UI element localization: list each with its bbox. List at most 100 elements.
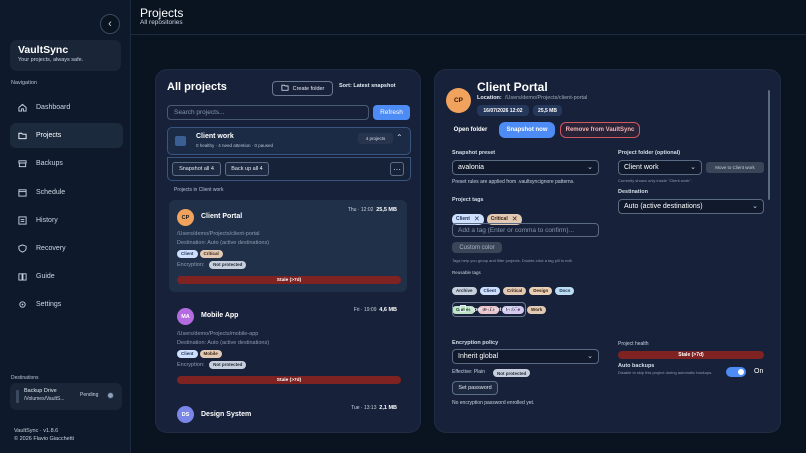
project-encryption: Encryption: Not protected <box>177 261 248 269</box>
sidebar-item-recovery[interactable]: Recovery <box>10 236 123 261</box>
custom-color-button[interactable]: Custom color <box>452 242 502 253</box>
project-folder-select[interactable]: Client work ⌄ <box>618 160 702 175</box>
sidebar-item-projects[interactable]: Projects <box>10 123 123 149</box>
select-value: Client work <box>624 164 659 171</box>
chevron-up-icon[interactable]: ⌃ <box>396 133 403 142</box>
destination-card[interactable]: Backup Drive /Volumes/VaultS... Pending <box>10 383 122 410</box>
project-time: Tue · 13:13 <box>351 405 377 411</box>
sidebar-item-label: Guide <box>36 273 55 281</box>
snapshot-preset-select[interactable]: avalonia ⌄ <box>452 160 599 175</box>
avatar: CP <box>446 88 471 113</box>
scrollbar[interactable] <box>768 90 770 200</box>
backup-all-button[interactable]: Back up all 4 <box>225 162 269 176</box>
project-card-design-system[interactable]: DS Design System Tue · 13:13 2,1 MB <box>169 398 407 432</box>
sidebar-item-dashboard[interactable]: Dashboard <box>10 95 123 120</box>
project-folder-label: Project folder (optional) <box>618 150 681 156</box>
project-encryption: Encryption: Not protected <box>177 361 248 369</box>
document-icon <box>459 305 466 314</box>
encryption-policy-label: Encryption policy <box>452 340 499 346</box>
auto-backups-hint: Disable to skip this project during auto… <box>618 370 713 375</box>
brand-card: VaultSync Your projects, always safe. <box>10 40 121 71</box>
copyright-label: © 2026 Flavio Giacchetti <box>14 436 74 442</box>
project-name: Design System <box>201 411 252 418</box>
avatar: CP <box>177 209 194 226</box>
group-actions: Snapshot all 4 Back up all 4 ··· <box>167 157 411 181</box>
page-title: Projects <box>140 6 184 20</box>
more-options-button[interactable]: ··· <box>390 162 404 176</box>
chevron-down-icon: ⌄ <box>690 164 696 171</box>
project-path: /Users/demo/Projects/mobile-app <box>177 331 259 337</box>
project-size: 25,5 MB <box>376 207 397 213</box>
page-subtitle: All repositories <box>140 19 183 26</box>
tag-chip[interactable]: Docs <box>555 287 575 295</box>
sidebar-item-backups[interactable]: Backups <box>10 151 123 176</box>
folder-group-header[interactable]: Client work 0 healthy · 4 need attention… <box>167 127 411 155</box>
sidebar-item-label: History <box>36 216 58 224</box>
open-folder-button[interactable]: Open folder <box>446 122 495 138</box>
sidebar-item-guide[interactable]: Guide <box>10 264 123 289</box>
search-input[interactable]: Search projects... <box>167 105 369 120</box>
remove-tag-icon[interactable]: ✕ <box>512 215 518 223</box>
tag-label: Critical <box>490 216 508 222</box>
project-health-label: Project health <box>618 341 649 347</box>
project-time: Fri · 19:09 <box>353 307 377 313</box>
sidebar-item-label: Recovery <box>36 244 66 252</box>
tag-input[interactable]: Add a tag (Enter or comma to confirm)... <box>452 223 599 237</box>
list-icon <box>18 216 27 225</box>
remove-button[interactable]: Remove from VaultSync <box>560 122 640 138</box>
project-card-mobile-app[interactable]: MA Mobile App Fri · 19:09 4,6 MB /Users/… <box>169 300 407 390</box>
archive-icon <box>18 159 27 168</box>
create-folder-button[interactable]: Create folder <box>272 81 333 96</box>
encryption-policy-select[interactable]: Inherit global ⌄ <box>452 349 599 364</box>
sidebar-item-history[interactable]: History <box>10 208 123 233</box>
project-size: 2,1 MB <box>379 405 397 411</box>
project-health-bar: Stale (>7d) <box>618 351 764 359</box>
detail-title: Client Portal <box>477 80 548 94</box>
sidebar-item-schedule[interactable]: Schedule <box>10 180 123 205</box>
remove-tag-icon[interactable]: ✕ <box>474 215 480 223</box>
sidebar-item-settings[interactable]: Settings <box>10 292 123 317</box>
open-preset-editor-button[interactable]: Open preset editor <box>452 302 526 317</box>
book-icon <box>18 272 27 281</box>
effective-label: Effective: Plain <box>452 369 485 375</box>
tag-chip[interactable]: Work <box>527 306 547 314</box>
auto-backups-toggle[interactable] <box>726 367 746 377</box>
move-to-folder-button[interactable]: Move to Client work <box>706 162 764 173</box>
project-tags: Client Critical <box>177 250 225 258</box>
calendar-icon <box>18 188 27 197</box>
projects-list-panel: All projects Create folder Sort: Latest … <box>155 69 421 433</box>
destination-label: Destination <box>618 189 648 195</box>
project-time: Thu · 12:02 <box>347 207 374 213</box>
project-name: Client Portal <box>201 213 243 220</box>
brand-title: VaultSync <box>18 44 69 56</box>
tag-chip[interactable]: Critical <box>503 287 527 295</box>
project-destination: Destination: Auto (active destinations) <box>177 340 270 346</box>
sidebar-item-label: Dashboard <box>36 104 71 111</box>
project-name: Mobile App <box>201 312 239 319</box>
status-dot-icon <box>108 393 113 398</box>
tag-label: Client <box>456 216 470 222</box>
refresh-button[interactable]: Refresh <box>373 105 410 120</box>
sidebar-item-label: Projects <box>36 132 62 140</box>
drive-icon <box>16 390 19 403</box>
encryption-badge: Not protected <box>209 361 247 369</box>
sort-select[interactable]: Sort: Latest snapshot <box>339 83 396 89</box>
snapshot-all-button[interactable]: Snapshot all 4 <box>172 162 221 176</box>
group-name: Client work <box>196 133 234 140</box>
destination-select[interactable]: Auto (active destinations) ⌄ <box>618 199 764 214</box>
shield-icon <box>18 244 27 253</box>
set-password-button[interactable]: Set password <box>452 381 498 395</box>
project-card-client-portal[interactable]: CP Client Portal Thu · 12:02 25,5 MB /Us… <box>169 200 407 292</box>
date-badge: 16/07/2026 12:02 <box>477 105 529 116</box>
tag-chip[interactable]: Design <box>529 287 553 295</box>
location-label: Location: <box>477 95 502 101</box>
avatar: MA <box>177 308 194 325</box>
collapse-sidebar-button[interactable]: ‹ <box>100 14 120 34</box>
page-header: Projects All repositories <box>131 0 806 35</box>
sidebar-item-label: Schedule <box>36 188 66 196</box>
tag-chip[interactable]: Archive <box>452 287 477 295</box>
tag-chip[interactable]: Client <box>479 287 501 295</box>
snapshot-now-button[interactable]: Snapshot now <box>499 122 555 138</box>
encryption-label: Encryption: <box>177 362 205 368</box>
encryption-label: Encryption: <box>177 262 205 268</box>
